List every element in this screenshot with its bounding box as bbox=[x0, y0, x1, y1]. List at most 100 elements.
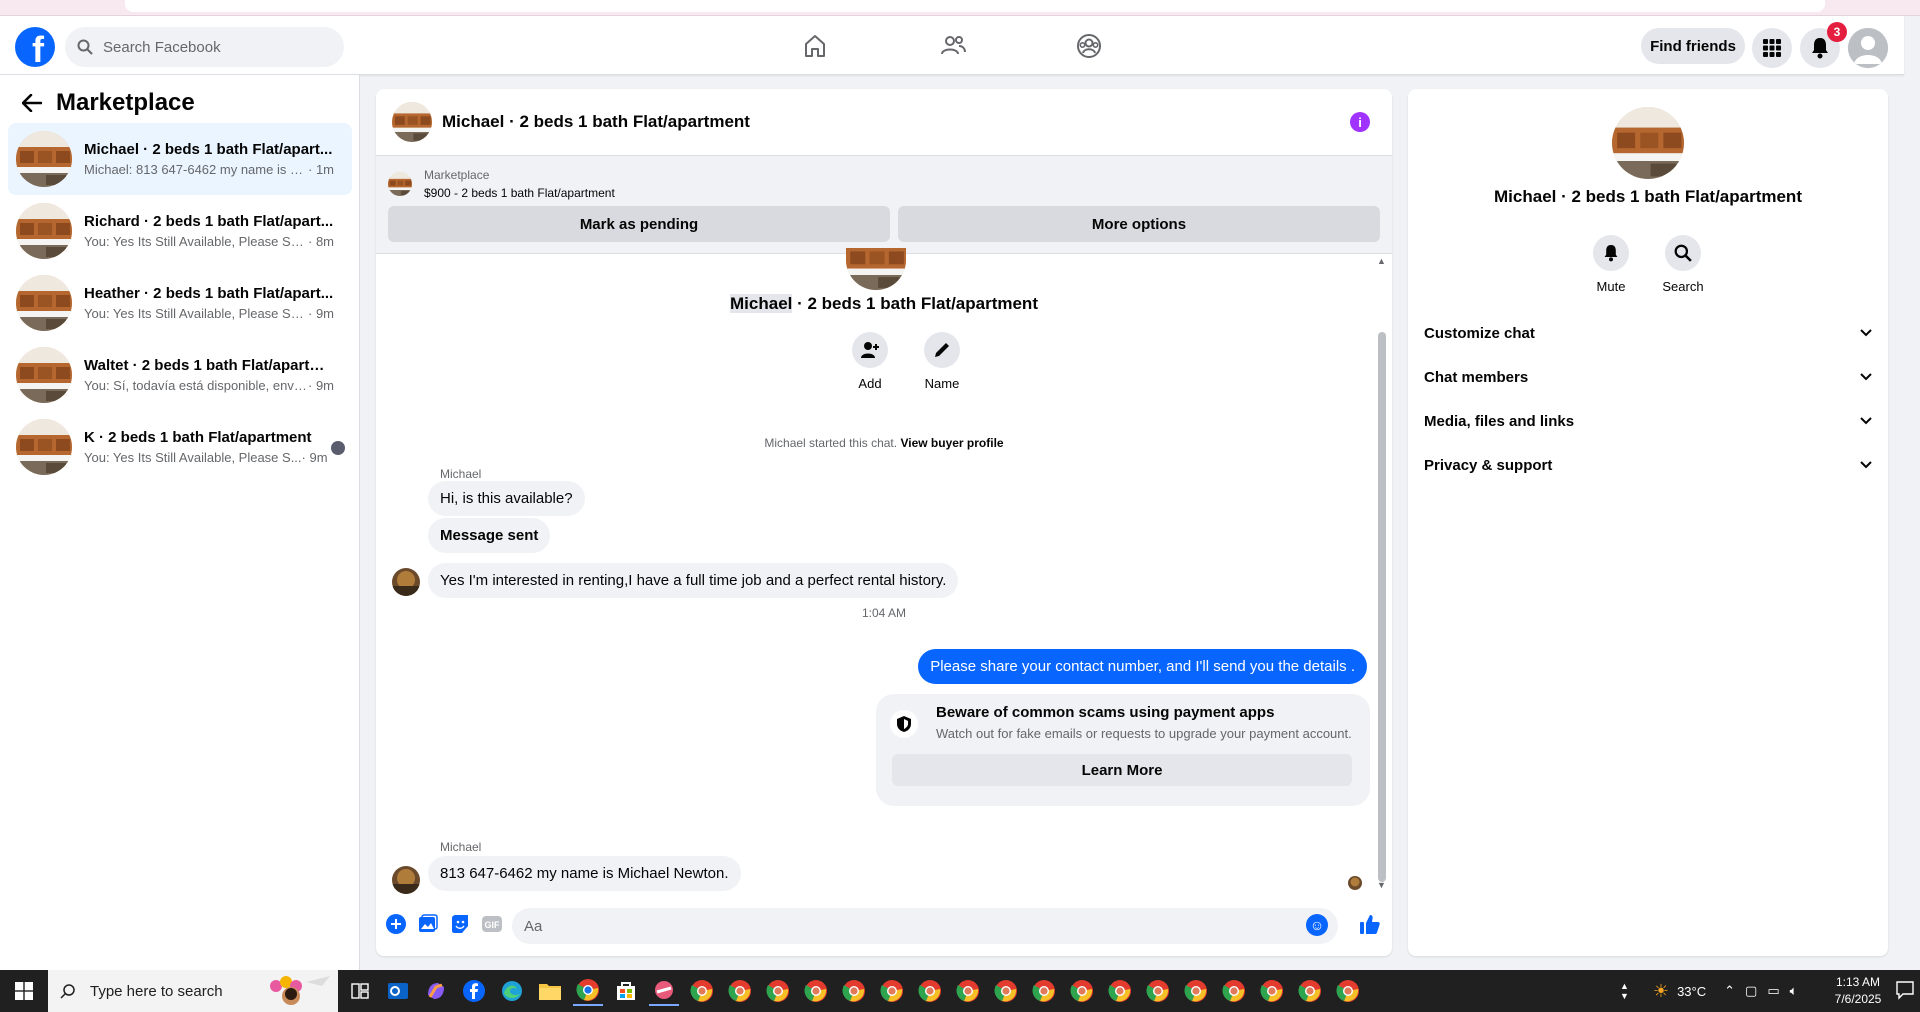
info-panel-avatar[interactable] bbox=[1612, 107, 1684, 179]
conversation-item[interactable]: Richard · 2 beds 1 bath Flat/apart... Yo… bbox=[8, 195, 352, 267]
incoming-message[interactable]: 813 647-6462 my name is Michael Newton. bbox=[428, 856, 741, 891]
chrome-profile-icon[interactable] bbox=[953, 976, 983, 1006]
chrome-profile-icon[interactable] bbox=[801, 976, 831, 1006]
profile-avatar[interactable] bbox=[1848, 28, 1888, 68]
conversation-item[interactable]: Waltet · 2 beds 1 bath Flat/apartm... Yo… bbox=[8, 339, 352, 411]
conversation-item[interactable]: Heather · 2 beds 1 bath Flat/apart... Yo… bbox=[8, 267, 352, 339]
search-facebook-input[interactable]: Search Facebook bbox=[65, 27, 344, 67]
listing-small-thumbnail bbox=[388, 172, 412, 196]
message-input[interactable]: Aa ☺ bbox=[512, 908, 1338, 944]
listing-category: Marketplace bbox=[424, 168, 490, 182]
facebook-app-icon[interactable] bbox=[459, 976, 489, 1006]
scroll-up-arrow[interactable]: ▲ bbox=[1377, 256, 1386, 266]
groups-nav-icon[interactable] bbox=[1071, 28, 1107, 64]
listing-thumbnail bbox=[16, 347, 72, 403]
weather-icon[interactable]: ☀ bbox=[1653, 981, 1669, 1002]
friends-nav-icon[interactable] bbox=[935, 28, 971, 64]
chrome-profile-icon[interactable] bbox=[1105, 976, 1135, 1006]
thumbs-up-icon[interactable] bbox=[1358, 912, 1382, 936]
incoming-message[interactable]: Yes I'm interested in renting,I have a f… bbox=[428, 563, 959, 598]
file-explorer-icon[interactable] bbox=[535, 976, 565, 1006]
chrome-icon[interactable] bbox=[573, 976, 603, 1006]
back-arrow-icon[interactable] bbox=[18, 89, 46, 117]
outlook-icon[interactable] bbox=[383, 976, 413, 1006]
scroll-down-arrow[interactable]: ▼ bbox=[1377, 880, 1386, 890]
chat-started-text: Michael started this chat. bbox=[764, 436, 898, 450]
emoji-icon[interactable]: ☺ bbox=[1306, 914, 1328, 936]
info-icon[interactable]: i bbox=[1350, 112, 1370, 132]
chrome-profile-icon[interactable] bbox=[1333, 976, 1363, 1006]
windows-start-icon[interactable] bbox=[0, 970, 48, 1012]
view-buyer-profile-link[interactable]: View buyer profile bbox=[900, 436, 1003, 450]
tray-chevron-up-icon[interactable]: ⌃ bbox=[1724, 983, 1735, 999]
network-icon[interactable]: ▭ bbox=[1767, 983, 1779, 999]
page-scrollbar[interactable] bbox=[1904, 75, 1920, 970]
copilot-icon[interactable] bbox=[421, 976, 451, 1006]
listing-thumbnail bbox=[16, 131, 72, 187]
sticker-icon[interactable] bbox=[448, 912, 472, 936]
chrome-profile-icon[interactable] bbox=[1257, 976, 1287, 1006]
chevron-down-icon bbox=[1860, 329, 1872, 337]
scrollbar-thumb[interactable] bbox=[1378, 332, 1386, 882]
find-friends-button[interactable]: Find friends bbox=[1641, 28, 1745, 64]
message-thread[interactable]: Michael · 2 beds 1 bath Flat/apartment A… bbox=[376, 254, 1392, 894]
more-options-button[interactable]: More options bbox=[898, 206, 1380, 242]
edge-icon[interactable] bbox=[497, 976, 527, 1006]
chrome-profile-icon[interactable] bbox=[1181, 976, 1211, 1006]
chrome-profile-icon[interactable] bbox=[1143, 976, 1173, 1006]
mute-button[interactable]: Mute bbox=[1581, 235, 1641, 294]
incoming-message[interactable]: Message sent bbox=[428, 518, 551, 553]
plus-icon[interactable] bbox=[384, 912, 408, 936]
chrome-profile-icon[interactable] bbox=[991, 976, 1021, 1006]
chrome-profile-icon[interactable] bbox=[877, 976, 907, 1006]
chat-header-thumbnail[interactable] bbox=[392, 102, 432, 142]
chrome-profile-icon[interactable] bbox=[1295, 976, 1325, 1006]
privacy-support-section[interactable]: Privacy & support bbox=[1424, 447, 1872, 483]
taskbar-scroll-arrows[interactable]: ▲ ▼ bbox=[1620, 981, 1629, 1001]
store-icon[interactable] bbox=[611, 976, 641, 1006]
scam-warning-text: Watch out for fake emails or requests to… bbox=[936, 726, 1352, 741]
listing-info[interactable]: Marketplace $900 - 2 beds 1 bath Flat/ap… bbox=[388, 166, 615, 202]
conversation-item[interactable]: Michael · 2 beds 1 bath Flat/apart... Mi… bbox=[8, 123, 352, 195]
task-view-icon[interactable] bbox=[345, 976, 375, 1006]
chat-title[interactable]: Michael · 2 beds 1 bath Flat/apartment bbox=[442, 112, 750, 132]
chat-members-section[interactable]: Chat members bbox=[1424, 359, 1872, 395]
chrome-profile-icon[interactable] bbox=[1067, 976, 1097, 1006]
facebook-logo[interactable]: f bbox=[15, 27, 55, 67]
chrome-profile-icon[interactable] bbox=[763, 976, 793, 1006]
incoming-message[interactable]: Hi, is this available? bbox=[428, 481, 585, 516]
name-chat-action[interactable]: Name bbox=[912, 332, 972, 391]
meet-now-icon[interactable]: ▢ bbox=[1745, 983, 1757, 999]
chrome-profile-icon[interactable] bbox=[1219, 976, 1249, 1006]
temperature[interactable]: 33°C bbox=[1677, 984, 1706, 999]
conversation-item[interactable]: K · 2 beds 1 bath Flat/apartment You: Ye… bbox=[8, 411, 352, 483]
chat-scrollbar[interactable]: ▲ ▼ bbox=[1377, 256, 1386, 894]
customize-chat-section[interactable]: Customize chat bbox=[1424, 315, 1872, 351]
volume-icon[interactable]: 🔈︎ bbox=[1790, 983, 1798, 999]
chrome-profile-icon[interactable] bbox=[915, 976, 945, 1006]
address-bar[interactable] bbox=[125, 0, 1825, 12]
gif-icon[interactable]: GIF bbox=[480, 912, 504, 936]
menu-grid-button[interactable] bbox=[1752, 28, 1792, 68]
notification-center-icon[interactable] bbox=[1895, 980, 1915, 1000]
taskbar-search-input[interactable]: Type here to search bbox=[48, 970, 338, 1012]
chrome-profile-icon[interactable] bbox=[1029, 976, 1059, 1006]
intro-name-highlight: Michael bbox=[730, 294, 793, 313]
chrome-profile-icon[interactable] bbox=[725, 976, 755, 1006]
add-people-action[interactable]: Add bbox=[840, 332, 900, 391]
chrome-profile-icon[interactable] bbox=[687, 976, 717, 1006]
home-nav-icon[interactable] bbox=[797, 28, 833, 64]
chrome-profile-icon[interactable] bbox=[839, 976, 869, 1006]
mark-as-pending-button[interactable]: Mark as pending bbox=[388, 206, 890, 242]
taskbar-clock[interactable]: 1:13 AM 7/6/2025 bbox=[1828, 974, 1888, 1008]
sender-avatar[interactable] bbox=[392, 866, 420, 894]
learn-more-button[interactable]: Learn More bbox=[892, 754, 1352, 786]
media-files-links-section[interactable]: Media, files and links bbox=[1424, 403, 1872, 439]
time-separator: 1:04 AM bbox=[861, 606, 907, 620]
add-label: Add bbox=[858, 376, 882, 391]
outgoing-message[interactable]: Please share your contact number, and I'… bbox=[918, 649, 1367, 684]
sender-avatar[interactable] bbox=[392, 568, 420, 596]
photo-icon[interactable] bbox=[416, 912, 440, 936]
search-in-chat-button[interactable]: Search bbox=[1653, 235, 1713, 294]
snipping-tool-icon[interactable] bbox=[649, 976, 679, 1006]
